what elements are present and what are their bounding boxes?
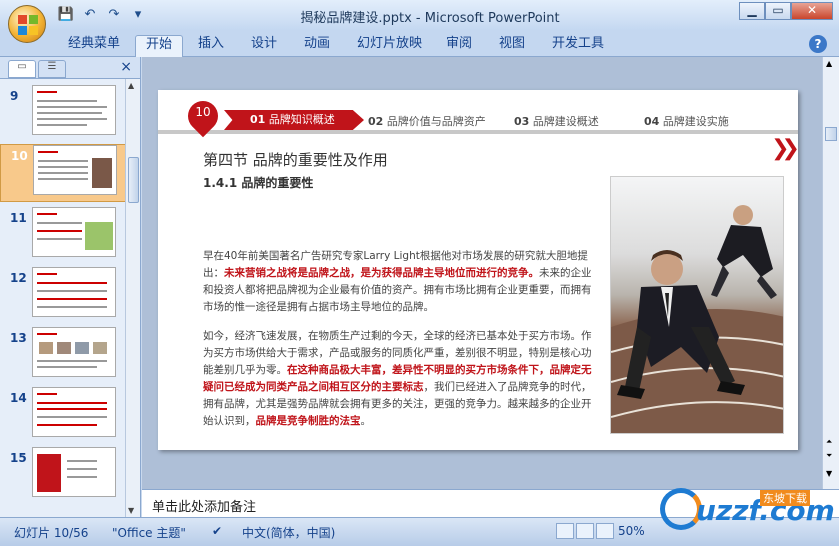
view-buttons [556,523,614,539]
slide-thumbnail[interactable]: 14 [0,387,126,445]
paragraph-2: 如今，经济飞速发展，在物质生产过剩的今天，全球的经济已基本处于买方市场。作为买方… [203,330,592,427]
notes-placeholder: 单击此处添加备注 [152,500,257,515]
slide-number: 14 [10,391,27,405]
nav-item: 04 品牌建设实施 [644,115,729,128]
tab-design[interactable]: 设计 [251,35,277,57]
tab-classic-menu[interactable]: 经典菜单 [68,35,120,57]
pane-close-icon[interactable]: × [120,59,132,75]
spellcheck-icon[interactable]: ✔ [212,524,222,538]
close-button[interactable]: ✕ [791,2,833,20]
slide-thumbnail[interactable]: 11 [0,207,126,265]
tab-animation[interactable]: 动画 [304,35,330,57]
tab-insert[interactable]: 插入 [198,35,224,57]
slide-number: 9 [10,89,19,103]
redo-icon[interactable]: ↷ [104,6,124,24]
slide-number: 10 [11,149,28,163]
slide-canvas[interactable]: 10 01 品牌知识概述 02 品牌价值与品牌资产 03 品牌建设概述 04 品… [158,90,800,450]
slide-thumbnail[interactable]: 13 [0,327,126,385]
language-indicator[interactable]: 中文(简体，中国) [242,524,335,541]
quick-access-toolbar: 💾 ↶ ↷ ▾ [56,6,148,24]
slides-pane-scrollbar[interactable]: ▲ ▼ [125,79,140,517]
slide-number: 11 [10,211,27,225]
slideshow-view-button[interactable] [596,523,614,539]
office-button[interactable] [8,5,46,43]
nav-item: 02 品牌价值与品牌资产 [368,115,486,128]
tab-home[interactable]: 开始 [135,35,184,57]
sorter-view-button[interactable] [576,523,594,539]
slides-tab-icon[interactable]: ▭ [8,60,36,78]
slide-thumbnail[interactable]: 15 [0,447,126,505]
office-logo-icon [18,15,38,35]
tab-view[interactable]: 视图 [499,35,525,57]
customize-qat-icon[interactable]: ▾ [128,6,148,24]
section-title: 第四节 品牌的重要性及作用 [203,151,388,169]
runners-photo [610,176,784,434]
nav-item: 03 品牌建设概述 [514,115,599,128]
outline-tab-icon[interactable]: ☰ [38,60,66,78]
slide-thumbnail[interactable]: 9 [0,85,126,143]
slide-nav-bar: 10 01 品牌知识概述 02 品牌价值与品牌资产 03 品牌建设概述 04 品… [158,94,798,138]
slide-counter: 幻灯片 10/56 [14,526,89,540]
slide-thumbnail[interactable]: 12 [0,267,126,325]
chevron-right-icon: ❯❯ [771,136,800,161]
editor-scrollbar[interactable]: ▲ ⏶ ⏷ ▼ [822,57,839,489]
slide-number: 12 [10,271,27,285]
theme-name: "Office 主题" [112,526,186,540]
save-icon[interactable]: 💾 [56,6,76,24]
minimize-button[interactable]: ▁ [739,2,765,20]
undo-icon[interactable]: ↶ [80,6,100,24]
paragraph-1: 早在40年前美国著名广告研究专家Larry Light根据他对市场发展的研究就大… [203,250,592,313]
slide-thumbnail-selected[interactable]: 10 [0,144,126,202]
tab-review[interactable]: 审阅 [446,35,472,57]
uzzf-watermark-logo: uzzf.com 东坡下载 [652,486,837,544]
title-bar: 💾 ↶ ↷ ▾ 揭秘品牌建设.pptx - Microsoft PowerPoi… [0,0,839,30]
help-icon[interactable]: ? [809,35,827,53]
slide-number: 15 [10,451,27,465]
tab-slideshow[interactable]: 幻灯片放映 [357,35,422,57]
maximize-button[interactable]: ▭ [765,2,791,20]
window-title: 揭秘品牌建设.pptx - Microsoft PowerPoint [300,11,560,26]
zoom-level[interactable]: 50% [618,524,645,538]
sub-title: 1.4.1 品牌的重要性 [203,176,314,190]
normal-view-button[interactable] [556,523,574,539]
slide-number: 13 [10,331,27,345]
slides-pane: ▭ ☰ × 9 10 11 12 13 14 15 ▲ ▼ [0,57,141,517]
tab-developer[interactable]: 开发工具 [552,35,604,57]
ribbon-tabs: 经典菜单 开始 插入 设计 动画 幻灯片放映 审阅 视图 开发工具 [0,30,839,57]
nav-item-active: 01 品牌知识概述 [224,110,364,130]
slide-editor: 10 01 品牌知识概述 02 品牌价值与品牌资产 03 品牌建设概述 04 品… [142,57,822,489]
slide-pin-number: 10 [195,105,211,119]
